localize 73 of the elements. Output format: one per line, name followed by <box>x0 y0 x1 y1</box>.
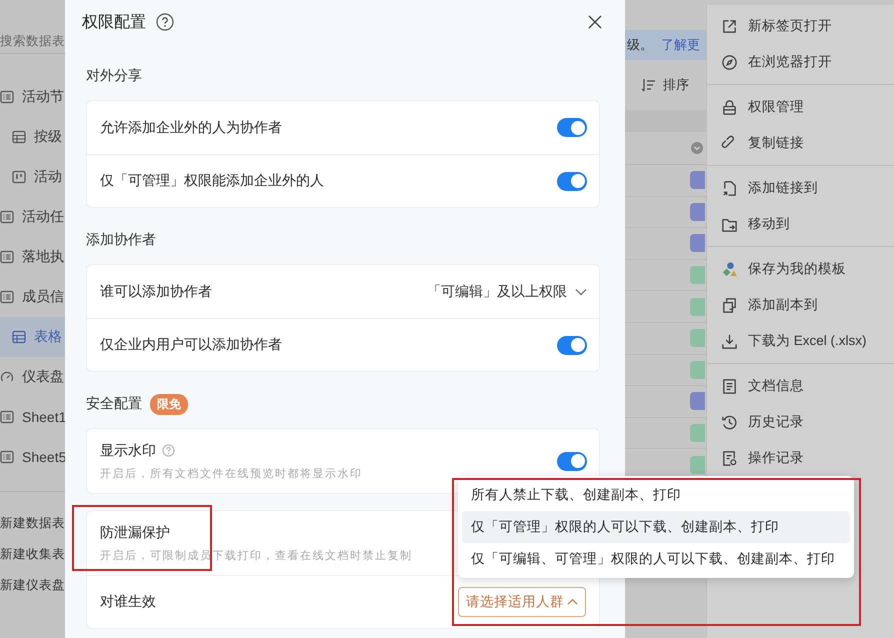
sidebar-item[interactable]: 仪表盘 <box>0 357 65 397</box>
sidebar-item[interactable]: 活动任 <box>0 197 65 237</box>
sort-button[interactable]: 排序 <box>641 76 689 94</box>
sidebar-item[interactable]: Sheet1 <box>0 397 65 437</box>
new-item-link[interactable]: 新建数据表 <box>0 514 65 532</box>
setting-label: 防泄漏保护 <box>100 524 170 542</box>
search-field[interactable]: 搜索数据表 <box>0 28 65 54</box>
lock-icon <box>721 98 738 116</box>
setting-label: 显示水印 <box>100 442 156 460</box>
setting-label: 允许添加企业外的人为协作者 <box>100 118 282 136</box>
section-title: 对外分享 <box>86 67 142 85</box>
setting-hint: 开启后，所有文档文件在线预览时都将显示水印 <box>100 466 362 480</box>
menu-item[interactable]: 历史记录 <box>707 404 894 440</box>
sort-icon <box>641 78 657 92</box>
menu-item[interactable]: 移动到 <box>707 206 894 242</box>
list-icon <box>0 410 14 424</box>
board-icon <box>12 170 26 184</box>
menu-item[interactable]: 添加链接到 <box>707 170 894 206</box>
list-icon <box>0 90 14 104</box>
setting-label: 仅企业内用户可以添加协作者 <box>100 336 282 354</box>
close-icon[interactable] <box>588 15 602 29</box>
new-tab-icon <box>721 18 738 34</box>
compass-icon <box>721 54 738 70</box>
sidebar-item[interactable]: 成员信 <box>0 277 65 317</box>
sidebar-item[interactable]: 活动 <box>0 157 65 197</box>
list-icon <box>0 290 14 304</box>
table-icon <box>12 130 26 144</box>
caret-icon <box>575 288 587 296</box>
copy-icon <box>721 296 738 314</box>
menu-item[interactable]: 复制链接 <box>707 125 894 161</box>
add-link-icon <box>721 180 738 196</box>
dropdown-option[interactable]: 仅「可编辑、可管理」权限的人可以下载、创建副本、打印 <box>462 543 850 575</box>
free-badge: 限免 <box>150 394 188 414</box>
menu-item[interactable]: 在浏览器打开 <box>707 44 894 80</box>
toggle-switch[interactable] <box>557 452 587 470</box>
sidebar-item[interactable]: 按级 <box>0 117 65 157</box>
permission-select[interactable]: 「可编辑」及以上权限 <box>427 282 587 300</box>
help-icon[interactable] <box>156 13 174 31</box>
menu-item[interactable]: 权限管理 <box>707 89 894 125</box>
setting-label: 谁可以添加协作者 <box>100 282 212 300</box>
section-title: 添加协作者 <box>86 231 156 249</box>
menu-item[interactable]: 下载为 Excel (.xlsx) <box>707 323 894 359</box>
toggle-switch[interactable] <box>557 118 587 137</box>
toggle-switch[interactable] <box>557 336 587 354</box>
dropdown-option[interactable]: 仅「可管理」权限的人可以下载、创建副本、打印 <box>462 511 850 543</box>
menu-item[interactable]: 操作记录 <box>707 440 894 476</box>
dialog-title: 权限配置 <box>82 12 146 32</box>
shapes-icon <box>721 260 738 278</box>
section-title: 安全配置 <box>86 395 142 413</box>
menu-item[interactable]: 添加副本到 <box>707 287 894 323</box>
setting-label: 对谁生效 <box>100 593 156 611</box>
menu-item[interactable]: 文档信息 <box>707 368 894 404</box>
history-icon <box>721 414 738 430</box>
setting-label: 仅「可管理」权限能添加企业外的人 <box>100 172 324 190</box>
table-icon <box>12 330 26 344</box>
menu-item[interactable]: 新标签页打开 <box>707 8 894 44</box>
list-icon <box>0 250 14 264</box>
sidebar-item[interactable]: Sheet5 <box>0 437 65 477</box>
new-item-link[interactable]: 新建收集表 <box>0 545 65 563</box>
list-icon <box>0 450 14 464</box>
download-icon <box>721 332 738 350</box>
new-item-link[interactable]: 新建仪表盘 <box>0 576 65 594</box>
list-icon <box>0 210 14 224</box>
document-icon <box>721 378 738 394</box>
sidebar-item[interactable]: 活动节 <box>0 77 65 117</box>
caret-icon <box>567 598 578 606</box>
sidebar-item[interactable]: 落地执 <box>0 237 65 277</box>
gauge-icon <box>0 370 14 384</box>
log-icon <box>721 450 738 466</box>
menu-item[interactable]: 保存为我的模板 <box>707 251 894 287</box>
toggle-switch[interactable] <box>557 172 587 190</box>
field-type-icon <box>691 142 703 154</box>
notice-text: 级。 <box>627 36 653 54</box>
